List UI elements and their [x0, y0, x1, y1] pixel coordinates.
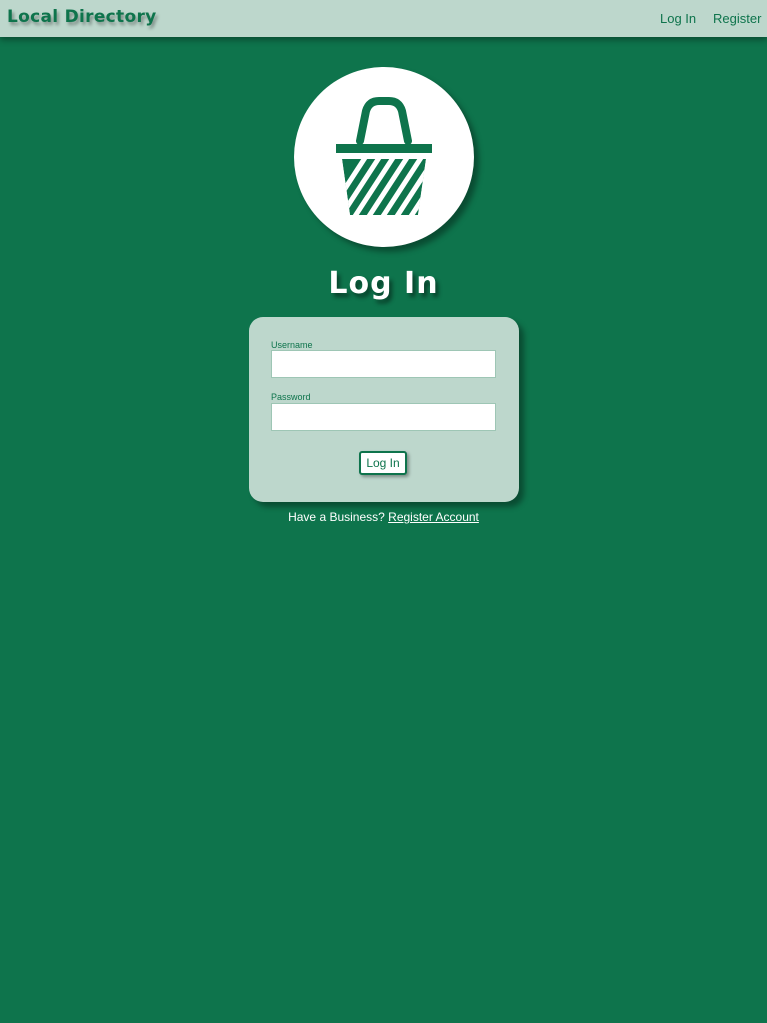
- register-prompt: Have a Business? Register Account: [0, 510, 767, 524]
- login-submit-button[interactable]: Log In: [359, 451, 407, 475]
- nav-register-link[interactable]: Register: [713, 11, 761, 26]
- logo-badge: [294, 67, 474, 247]
- password-label: Password: [271, 392, 311, 402]
- register-prompt-text: Have a Business?: [288, 510, 385, 524]
- username-label: Username: [271, 340, 313, 350]
- register-account-link[interactable]: Register Account: [388, 510, 479, 524]
- password-input[interactable]: [271, 403, 496, 431]
- shopping-basket-icon: [336, 97, 432, 215]
- top-navbar: Local Directory Log In Register: [0, 0, 767, 37]
- nav-login-link[interactable]: Log In: [660, 11, 696, 26]
- brand-logo-text[interactable]: Local Directory: [7, 7, 157, 27]
- page-title: Log In: [328, 266, 439, 301]
- username-input[interactable]: [271, 350, 496, 378]
- login-form-card: Username Password Log In: [249, 317, 519, 502]
